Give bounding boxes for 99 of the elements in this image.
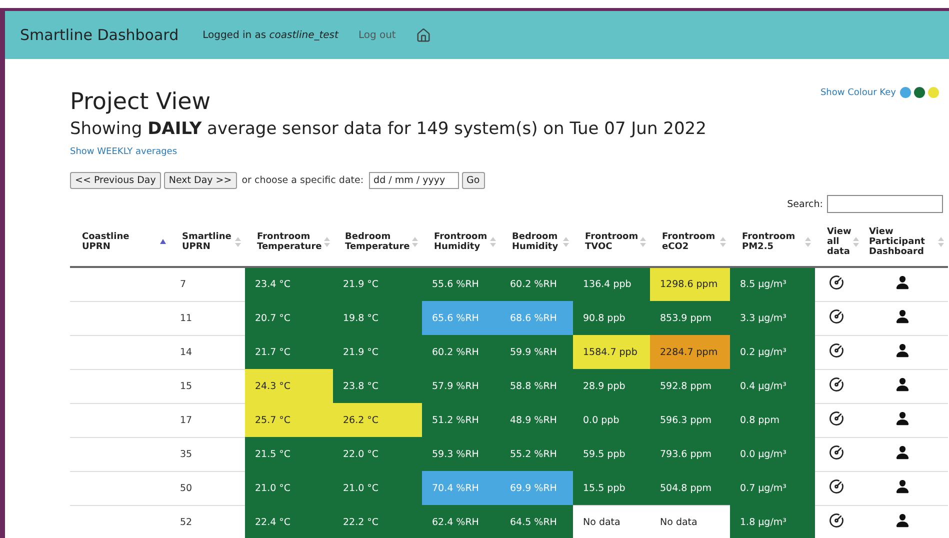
reading-cell: 22.4 °C bbox=[245, 506, 333, 538]
gauge-icon[interactable] bbox=[828, 479, 844, 494]
reading-cell: 3.3 µg/m³ bbox=[730, 302, 815, 336]
column-header[interactable]: Frontroom Humidity bbox=[434, 232, 488, 252]
column-header[interactable]: Frontroom TVOC bbox=[585, 232, 638, 252]
gauge-icon[interactable] bbox=[828, 275, 844, 290]
reading-cell: No data bbox=[650, 506, 730, 538]
reading-cell: 59.9 %RH bbox=[500, 336, 573, 370]
reading-cell: 25.7 °C bbox=[245, 404, 333, 438]
column-header[interactable]: Smartline UPRN bbox=[182, 232, 233, 252]
date-field[interactable]: dd / mm / yyyy bbox=[368, 172, 459, 189]
reading-cell: 592.8 ppm bbox=[650, 370, 730, 404]
reading-cell: 59.3 %RH bbox=[422, 438, 500, 472]
reading-cell: 26.2 °C bbox=[333, 404, 422, 438]
reading-cell: 58.8 %RH bbox=[500, 370, 573, 404]
person-icon[interactable] bbox=[895, 513, 910, 528]
choose-date-text: or choose a specific date: bbox=[242, 175, 364, 186]
column-header[interactable]: Bedroom Temperature bbox=[345, 232, 410, 252]
reading-cell: 0.4 µg/m³ bbox=[730, 370, 815, 404]
person-icon[interactable] bbox=[895, 411, 910, 426]
reading-cell: 64.5 %RH bbox=[500, 506, 573, 538]
brand-title[interactable]: Smartline Dashboard bbox=[20, 26, 179, 44]
search-field[interactable] bbox=[827, 195, 943, 213]
column-header[interactable]: Frontroom Temperature bbox=[257, 232, 322, 252]
reading-cell: 21.0 °C bbox=[333, 472, 422, 506]
reading-cell: 59.5 ppb bbox=[573, 438, 650, 472]
column-header[interactable]: View all data bbox=[827, 226, 852, 256]
reading-cell: 19.8 °C bbox=[333, 302, 422, 336]
gauge-icon[interactable] bbox=[828, 377, 844, 392]
reading-cell: 70.4 %RH bbox=[422, 472, 500, 506]
reading-cell: 21.7 °C bbox=[245, 336, 333, 370]
reading-cell: 2284.7 ppm bbox=[650, 336, 730, 370]
column-header[interactable]: View Participant Dashboard bbox=[869, 226, 936, 256]
reading-cell: 68.6 %RH bbox=[500, 302, 573, 336]
page-title: Project View bbox=[70, 89, 211, 115]
reading-cell: 853.9 ppm bbox=[650, 302, 730, 336]
next-day-button[interactable]: Next Day >> bbox=[164, 172, 237, 189]
home-icon[interactable] bbox=[416, 28, 431, 42]
previous-day-button[interactable]: << Previous Day bbox=[70, 172, 161, 189]
reading-cell: No data bbox=[573, 506, 650, 538]
logged-in-text: Logged in as coastline_test bbox=[202, 30, 338, 40]
person-icon[interactable] bbox=[895, 377, 910, 392]
reading-cell: 55.2 %RH bbox=[500, 438, 573, 472]
reading-cell: 51.2 %RH bbox=[422, 404, 500, 438]
weekly-averages-link[interactable]: Show WEEKLY averages bbox=[70, 147, 178, 157]
reading-cell: 57.9 %RH bbox=[422, 370, 500, 404]
reading-cell: 90.8 ppb bbox=[573, 302, 650, 336]
person-icon[interactable] bbox=[895, 479, 910, 494]
reading-cell: 136.4 ppb bbox=[573, 267, 650, 302]
reading-cell: 15.5 ppb bbox=[573, 472, 650, 506]
reading-cell: 65.6 %RH bbox=[422, 302, 500, 336]
reading-cell: 0.0 ppb bbox=[573, 404, 650, 438]
reading-cell: 22.2 °C bbox=[333, 506, 422, 538]
gauge-icon[interactable] bbox=[828, 445, 844, 460]
column-header[interactable]: Coastline UPRN bbox=[82, 232, 158, 252]
reading-cell: 48.9 %RH bbox=[500, 404, 573, 438]
reading-cell: 69.9 %RH bbox=[500, 472, 573, 506]
column-header[interactable]: Bedroom Humidity bbox=[512, 232, 561, 252]
reading-cell: 0.7 µg/m³ bbox=[730, 472, 815, 506]
person-icon[interactable] bbox=[895, 275, 910, 290]
reading-cell: 0.0 µg/m³ bbox=[730, 438, 815, 472]
reading-cell: 21.9 °C bbox=[333, 336, 422, 370]
person-icon[interactable] bbox=[895, 343, 910, 358]
reading-cell: 24.3 °C bbox=[245, 370, 333, 404]
reading-cell: 21.9 °C bbox=[333, 267, 422, 302]
column-header[interactable]: Frontroom PM2.5 bbox=[742, 232, 803, 252]
search-label: Search: bbox=[787, 198, 823, 210]
reading-cell: 504.8 ppm bbox=[650, 472, 730, 506]
reading-cell: 20.7 °C bbox=[245, 302, 333, 336]
reading-cell: 21.5 °C bbox=[245, 438, 333, 472]
person-icon[interactable] bbox=[895, 309, 910, 324]
subtitle: Showing DAILY average sensor data for 149 system(s) on Tue 07 Jun 2022 bbox=[70, 119, 706, 139]
reading-cell: 55.6 %RH bbox=[422, 267, 500, 302]
person-icon[interactable] bbox=[895, 445, 910, 460]
gauge-icon[interactable] bbox=[828, 309, 844, 324]
reading-cell: 793.6 ppm bbox=[650, 438, 730, 472]
reading-cell: 28.9 ppb bbox=[573, 370, 650, 404]
reading-cell: 8.5 µg/m³ bbox=[730, 267, 815, 302]
reading-cell: 22.0 °C bbox=[333, 438, 422, 472]
column-header[interactable]: Frontroom eCO2 bbox=[662, 232, 718, 252]
reading-cell: 1298.6 ppm bbox=[650, 267, 730, 302]
reading-cell: 60.2 %RH bbox=[422, 336, 500, 370]
reading-cell: 60.2 %RH bbox=[500, 267, 573, 302]
reading-cell: 62.4 %RH bbox=[422, 506, 500, 538]
gauge-icon[interactable] bbox=[828, 411, 844, 426]
reading-cell: 21.0 °C bbox=[245, 472, 333, 506]
reading-cell: 23.8 °C bbox=[333, 370, 422, 404]
gauge-icon[interactable] bbox=[828, 513, 844, 528]
reading-cell: 596.3 ppm bbox=[650, 404, 730, 438]
reading-cell: 1584.7 ppb bbox=[573, 336, 650, 370]
sort-ascending-icon[interactable] bbox=[160, 236, 166, 246]
logout-link[interactable]: Log out bbox=[358, 30, 396, 40]
gauge-icon[interactable] bbox=[828, 343, 844, 358]
reading-cell: 1.8 µg/m³ bbox=[730, 506, 815, 538]
colour-key-link[interactable]: Show Colour Key bbox=[820, 88, 896, 98]
reading-cell: 0.2 µg/m³ bbox=[730, 336, 815, 370]
go-button[interactable]: Go bbox=[462, 172, 485, 189]
reading-cell: 0.8 ppm bbox=[730, 404, 815, 438]
reading-cell: 23.4 °C bbox=[245, 267, 333, 302]
